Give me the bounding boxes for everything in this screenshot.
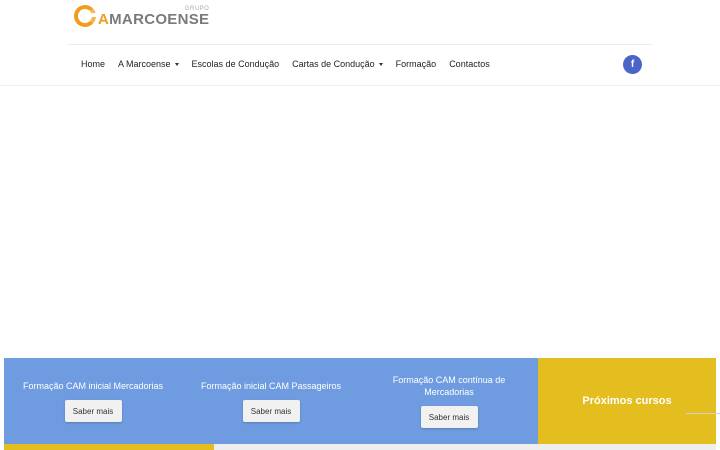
nav-item-contactos[interactable]: Contactos [449, 59, 490, 69]
header-divider [68, 44, 652, 45]
course-title: Formação CAM contínua de Mercadorias [392, 375, 506, 397]
course-card: Formação CAM inicial Mercadorias Saber m… [4, 358, 182, 444]
nav-item-formacao[interactable]: Formação [396, 59, 437, 69]
edge-divider [686, 413, 720, 414]
course-card: Formação CAM contínua de Mercadorias Sab… [360, 358, 538, 444]
nav-item-label: A Marcoense [118, 59, 171, 69]
main-nav: Home A Marcoense Escolas de Condução Car… [81, 58, 503, 70]
logo-ring-icon [74, 5, 96, 27]
saber-mais-button[interactable]: Saber mais [420, 406, 478, 428]
caret-down-icon [174, 62, 179, 66]
logo-first-letter: A [98, 10, 110, 28]
saber-mais-button[interactable]: Saber mais [64, 400, 122, 422]
next-courses-link[interactable]: Próximos cursos [538, 358, 716, 444]
nav-item-label: Contactos [449, 59, 490, 69]
facebook-icon[interactable]: f [623, 55, 642, 74]
nav-item-a-marcoense[interactable]: A Marcoense [118, 59, 179, 69]
facebook-glyph: f [630, 59, 635, 70]
saber-mais-button[interactable]: Saber mais [242, 400, 300, 422]
logo-text: GRUPO AMARCOENSE [98, 6, 209, 27]
nav-item-escolas[interactable]: Escolas de Condução [192, 59, 280, 69]
caret-down-icon [378, 62, 383, 66]
nav-item-home[interactable]: Home [81, 59, 105, 69]
course-band: Formação CAM inicial Mercadorias Saber m… [4, 358, 716, 444]
logo-rest: MARCOENSE [109, 10, 210, 28]
nav-item-cartas[interactable]: Cartas de Condução [292, 59, 383, 69]
logo-wordmark: AMARCOENSE [98, 12, 209, 27]
course-title: Formação inicial CAM Passageiros [200, 381, 342, 391]
bottom-yellow-strip [4, 444, 214, 450]
nav-item-label: Formação [395, 59, 437, 69]
nav-item-label: Home [81, 59, 106, 69]
course-card: Formação inicial CAM Passageiros Saber m… [182, 358, 360, 444]
bottom-gray-strip [214, 444, 716, 450]
nav-item-label: Escolas de Condução [191, 59, 280, 69]
course-title: Formação CAM inicial Mercadorias [22, 381, 164, 391]
course-cards: Formação CAM inicial Mercadorias Saber m… [4, 358, 538, 444]
nav-item-label: Cartas de Condução [292, 59, 375, 69]
logo[interactable]: GRUPO AMARCOENSE [74, 4, 209, 28]
nav-divider [0, 85, 720, 86]
